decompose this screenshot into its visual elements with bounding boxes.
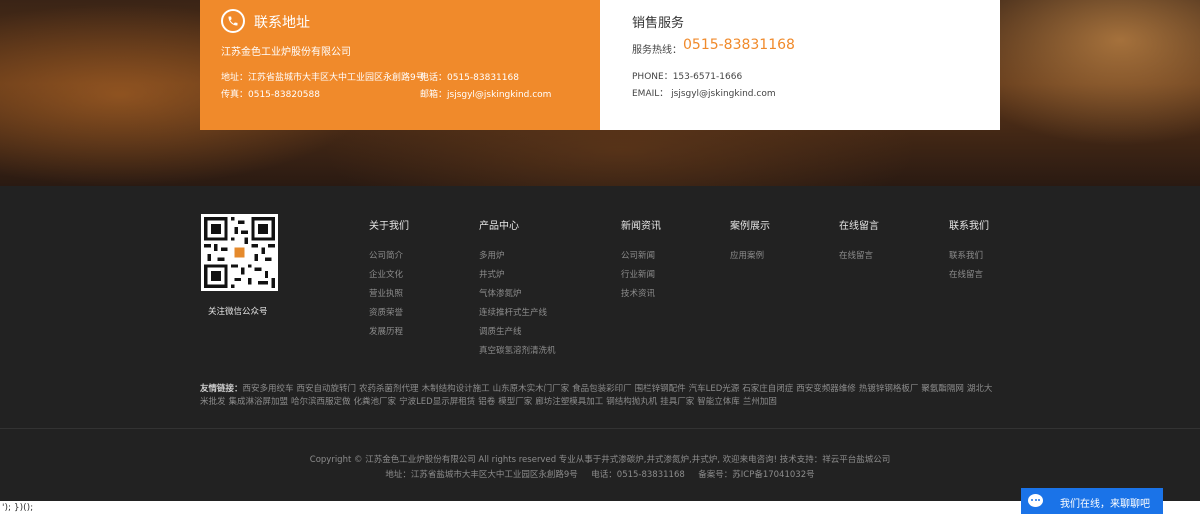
- friend-link[interactable]: 食品包装彩印厂: [572, 384, 632, 394]
- friend-link[interactable]: 山东原木实木门厂家: [493, 384, 570, 394]
- friend-link[interactable]: 石家庄自闭症: [742, 384, 793, 394]
- nav-title-about[interactable]: 关于我们: [369, 217, 409, 232]
- sales-title: 销售服务: [632, 16, 685, 31]
- nav-link[interactable]: 资质荣誉: [369, 306, 403, 318]
- nav-link[interactable]: 调质生产线: [479, 325, 522, 337]
- nav-title-products[interactable]: 产品中心: [479, 217, 519, 232]
- nav-link[interactable]: 在线留言: [949, 268, 983, 280]
- friend-link[interactable]: 铝卷: [478, 397, 495, 407]
- nav-link[interactable]: 联系我们: [949, 249, 983, 261]
- phone-icon: [221, 9, 245, 33]
- hotline-label: 服务热线：: [632, 45, 682, 56]
- sales-phone: PHONE：153-6571-1666: [632, 72, 743, 82]
- nav-link[interactable]: 公司简介: [369, 249, 403, 261]
- nav-title-cases[interactable]: 案例展示: [730, 217, 770, 232]
- nav-title-message[interactable]: 在线留言: [839, 217, 879, 232]
- contact-title: 联系地址: [254, 15, 310, 31]
- footer-address-line: 地址：江苏省盐城市大丰区大中工业园区永創路9号 电话：0515-83831168…: [385, 470, 815, 480]
- friend-link[interactable]: 化粪池厂家: [354, 397, 397, 407]
- contact-tel: 电话：0515-83831168: [420, 73, 519, 83]
- footer-divider: [0, 428, 1200, 429]
- nav-link[interactable]: 井式炉: [479, 268, 505, 280]
- nav-link[interactable]: 企业文化: [369, 268, 403, 280]
- chat-button-label: 我们在线，来聊聊吧: [1060, 499, 1150, 510]
- friend-link[interactable]: 兰州加固: [743, 397, 777, 407]
- nav-link[interactable]: 发展历程: [369, 325, 403, 337]
- friend-link[interactable]: 西安自动旋转门: [297, 384, 357, 394]
- nav-link[interactable]: 技术资讯: [621, 287, 655, 299]
- friend-link[interactable]: 智能立体库: [697, 397, 740, 407]
- wechat-qr-code: [201, 214, 278, 291]
- sales-email[interactable]: EMAIL： jsjsgyl@jskingkind.com: [632, 86, 776, 99]
- nav-link[interactable]: 营业执照: [369, 287, 403, 299]
- friend-links: 友情链接：西安多用绞车 西安自动旋转门 农药杀菌剂代理 木制结构设计施工 山东原木实木门…: [200, 383, 1000, 409]
- online-chat-button[interactable]: 我们在线，来聊聊吧: [1021, 488, 1163, 514]
- friend-link[interactable]: 热镀锌钢格板厂: [859, 384, 919, 394]
- friend-link[interactable]: 挂具厂家: [660, 397, 694, 407]
- nav-link[interactable]: 应用案例: [730, 249, 764, 261]
- friend-links-label: 友情链接：: [200, 384, 243, 394]
- nav-link[interactable]: 在线留言: [839, 249, 873, 261]
- friend-link[interactable]: 木制结构设计施工: [422, 384, 490, 394]
- friend-link[interactable]: 廊坊注塑模具加工: [535, 397, 603, 407]
- nav-link[interactable]: 公司新闻: [621, 249, 655, 261]
- company-name: 江苏金色工业炉股份有限公司: [221, 47, 351, 58]
- friend-link[interactable]: 聚氨酯隔网: [921, 384, 964, 394]
- contact-address: 地址：江苏省盐城市大丰区大中工业园区永創路9号: [221, 73, 425, 83]
- friend-link[interactable]: 钢结构抛丸机: [606, 397, 657, 407]
- wechat-caption: 关注微信公众号: [208, 307, 268, 317]
- friend-link[interactable]: 宁波LED显示屏租赁: [399, 397, 475, 407]
- copyright-line: Copyright © 江苏金色工业炉股份有限公司 All rights res…: [309, 455, 891, 465]
- nav-link[interactable]: 行业新闻: [621, 268, 655, 280]
- nav-link[interactable]: 气体渗氮炉: [479, 287, 522, 299]
- friend-link[interactable]: 汽车LED光源: [689, 384, 740, 394]
- hotline-number[interactable]: 0515-83831168: [683, 37, 795, 53]
- friend-link[interactable]: 农药杀菌剂代理: [359, 384, 419, 394]
- friend-link[interactable]: 西安多用绞车: [243, 384, 294, 394]
- contact-email[interactable]: 邮箱：jsjsgyl@jskingkind.com: [420, 87, 551, 100]
- friend-link[interactable]: 哈尔滨西服定做: [291, 397, 351, 407]
- nav-link[interactable]: 真空碳氢溶剂清洗机: [479, 344, 556, 356]
- friend-link[interactable]: 围栏锌钢配件: [635, 384, 686, 394]
- nav-link[interactable]: 多用炉: [479, 249, 505, 261]
- stray-script-text: '); })();: [2, 503, 34, 513]
- friend-link[interactable]: 集成淋浴屏加盟: [229, 397, 289, 407]
- nav-title-contact[interactable]: 联系我们: [949, 217, 989, 232]
- contact-fax: 传真：0515-83820588: [221, 90, 320, 100]
- nav-link[interactable]: 连续推杆式生产线: [479, 306, 547, 318]
- nav-title-news[interactable]: 新闻资讯: [621, 217, 661, 232]
- chat-bubble-icon: [1028, 494, 1043, 507]
- friend-link[interactable]: 西安变频器维修: [796, 384, 856, 394]
- friend-link[interactable]: 模型厂家: [498, 397, 532, 407]
